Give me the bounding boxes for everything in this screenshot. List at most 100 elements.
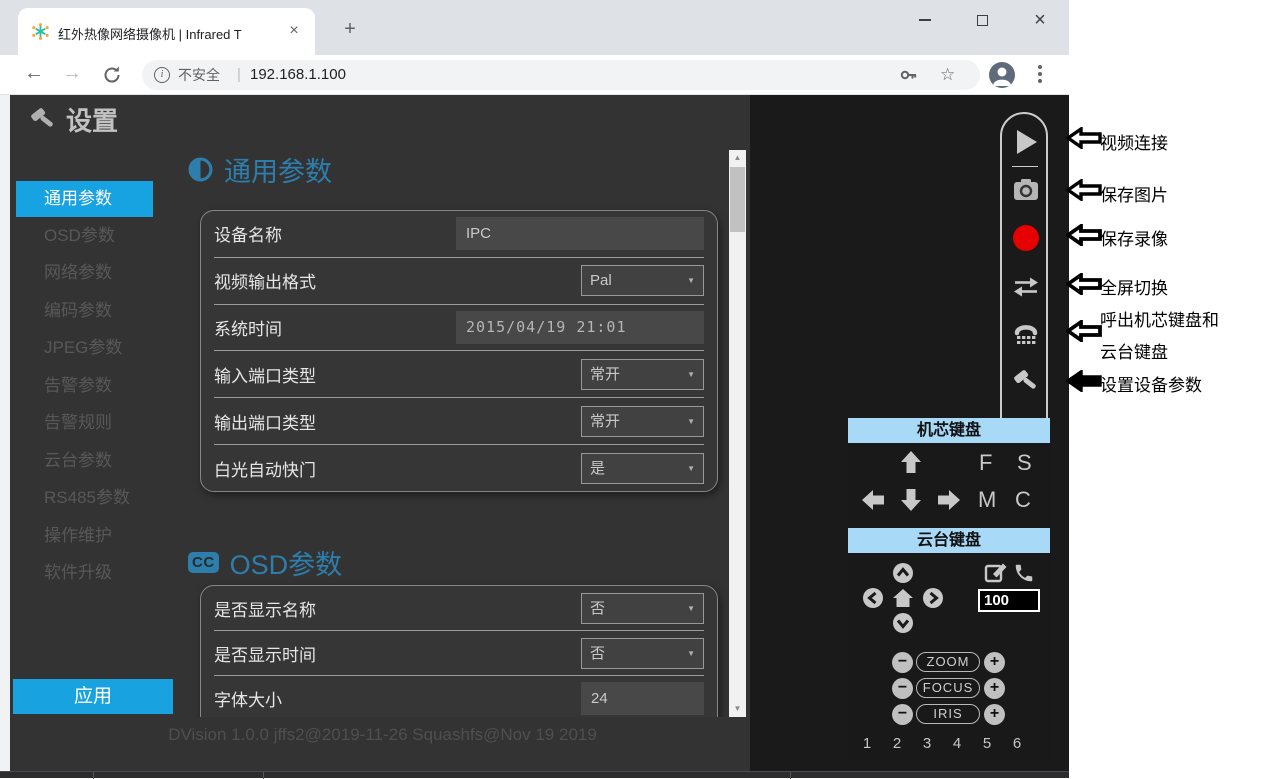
bookmark-star-icon[interactable]: ☆ [940,60,955,90]
number-key-2[interactable]: 2 [889,735,905,752]
save-record-button[interactable] [1002,224,1050,252]
ptz-keyboard: 100 − ZOOM + − FOCUS + − IRIS + 1 2 3 4 … [848,553,1050,760]
chevron-down-icon: ▼ [687,360,695,389]
show-name-value: 否 [590,594,605,623]
arrow-down-key[interactable] [898,487,924,513]
home-button[interactable] [891,587,915,609]
sidebar-item-alarm-rules[interactable]: 告警规则 [16,405,153,441]
scroll-down-icon[interactable]: ▼ [729,701,746,717]
reload-button[interactable] [102,65,122,85]
new-tab-button[interactable]: + [336,16,364,44]
show-time-select[interactable]: 否 ▼ [581,638,704,669]
scrollbar-thumb[interactable] [730,167,745,232]
form-row: 输出端口类型 常开 ▼ [214,398,704,445]
video-format-select[interactable]: Pal ▼ [581,265,704,296]
iris-label[interactable]: IRIS [916,704,980,724]
close-icon: × [1034,10,1046,30]
back-button[interactable]: ← [24,62,44,85]
core-keyboard-header: 机芯键盘 [848,418,1050,443]
form-row: 白光自动快门 是 ▼ [214,445,704,492]
sidebar-item-maintenance[interactable]: 操作维护 [16,518,153,554]
forward-button[interactable]: → [62,62,82,85]
sidebar-item-alarm[interactable]: 告警参数 [16,368,153,404]
tab-close-button[interactable]: × [284,21,304,41]
preset-number-input[interactable]: 100 [978,589,1040,612]
minimize-icon [919,19,931,21]
general-section-heading: 通用参数 [188,150,332,189]
output-port-type-select[interactable]: 常开 ▼ [581,406,704,437]
osd-section-title: OSD参数 [230,543,343,582]
show-time-label: 是否显示时间 [214,641,316,666]
number-key-6[interactable]: 6 [1009,735,1025,752]
number-key-3[interactable]: 3 [919,735,935,752]
sidebar-item-network[interactable]: 网络参数 [16,255,153,291]
scroll-up-icon[interactable]: ▲ [729,150,746,166]
preset-edit-button[interactable] [984,561,1008,585]
key-m[interactable]: M [978,487,996,513]
tilt-down-button[interactable] [892,612,914,634]
video-connect-button[interactable] [1002,128,1050,156]
device-name-input[interactable]: IPC [456,217,704,250]
zoom-out-button[interactable]: − [892,652,913,673]
arrow-up-key[interactable] [898,449,924,475]
sidebar-item-ptz[interactable]: 云台参数 [16,443,153,479]
apply-button[interactable]: 应用 [13,679,173,714]
browser-tab[interactable]: 红外热像网络摄像机 | Infrared T × [18,8,315,55]
iris-close-button[interactable]: − [892,704,913,725]
window-maximize-button[interactable] [959,0,1005,40]
sidebar-item-rs485[interactable]: RS485参数 [16,480,153,516]
window-close-button[interactable]: × [1017,0,1063,40]
save-image-button[interactable] [1002,176,1050,204]
annotation-video-connect: 视频连接 [1100,129,1168,154]
font-size-input[interactable]: 24 [581,682,704,715]
sidebar-item-encoding[interactable]: 编码参数 [16,293,153,329]
input-port-type-select[interactable]: 常开 ▼ [581,359,704,390]
iris-open-button[interactable]: + [984,704,1005,725]
browser-menu-button[interactable] [1038,65,1042,86]
key-c[interactable]: C [1015,487,1031,513]
zoom-in-button[interactable]: + [984,652,1005,673]
focus-in-button[interactable]: + [984,678,1005,699]
key-s[interactable]: S [1017,450,1032,476]
fullscreen-toggle-button[interactable] [1002,273,1050,301]
sidebar-item-jpeg[interactable]: JPEG参数 [16,330,153,366]
tilt-up-button[interactable] [892,562,914,584]
show-time-value: 否 [590,639,605,668]
number-key-1[interactable]: 1 [859,735,875,752]
preset-call-button[interactable] [1013,562,1035,584]
sidebar-item-general[interactable]: 通用参数 [16,181,153,217]
info-icon[interactable]: i [154,67,170,83]
arrow-left-key[interactable] [860,487,886,513]
number-key-5[interactable]: 5 [979,735,995,752]
window-minimize-button[interactable] [902,0,948,40]
system-time-input[interactable]: 2015/04/19 21:01 [456,311,704,344]
pan-left-button[interactable] [862,587,884,609]
sidebar-item-upgrade[interactable]: 软件升级 [16,555,153,591]
system-time-label: 系统时间 [214,315,282,340]
white-light-shutter-label: 白光自动快门 [214,456,316,481]
annotation-save-image: 保存图片 [1100,181,1168,206]
toolbar-divider [1012,166,1038,167]
input-port-type-value: 常开 [590,360,620,389]
annotation-arrow [1066,224,1102,246]
zoom-label[interactable]: ZOOM [916,652,980,672]
input-port-type-label: 输入端口类型 [214,362,316,387]
focus-out-button[interactable]: − [892,678,913,699]
form-row: 系统时间 2015/04/19 21:01 [214,305,704,352]
output-port-type-value: 常开 [590,407,620,436]
content-scrollbar[interactable]: ▲ ▼ [729,150,746,717]
sidebar-item-osd[interactable]: OSD参数 [16,218,153,254]
show-name-select[interactable]: 否 ▼ [581,593,704,624]
call-keyboard-button[interactable] [1002,320,1050,348]
device-settings-button[interactable] [1002,368,1050,396]
osd-section-heading: CC OSD参数 [188,543,342,582]
address-bar[interactable]: i 不安全 | 192.168.1.100 ☆ [142,60,980,90]
focus-label[interactable]: FOCUS [916,678,980,698]
pan-right-button[interactable] [922,587,944,609]
white-light-shutter-select[interactable]: 是 ▼ [581,453,704,484]
profile-avatar[interactable] [989,62,1015,88]
key-f[interactable]: F [979,450,992,476]
number-key-4[interactable]: 4 [949,735,965,752]
arrow-right-key[interactable] [936,487,962,513]
key-icon[interactable] [900,67,918,83]
